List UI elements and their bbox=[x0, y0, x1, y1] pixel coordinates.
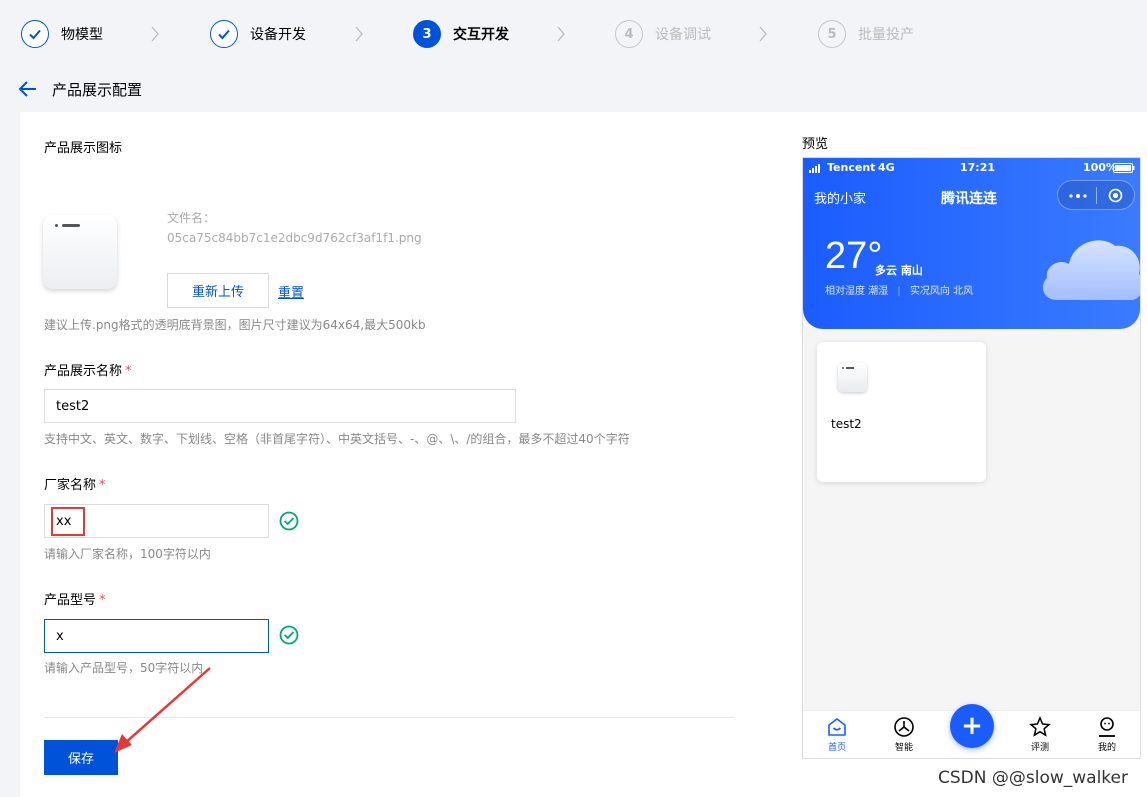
product-icon-preview bbox=[43, 215, 117, 289]
step-label: 设备开发 bbox=[250, 27, 306, 43]
step-label: 设备调试 bbox=[655, 27, 711, 43]
success-check-icon bbox=[279, 511, 299, 531]
highlight-box bbox=[51, 507, 85, 536]
back-arrow-icon[interactable] bbox=[18, 79, 38, 99]
step-number: 3 bbox=[413, 20, 441, 48]
required-mark: * bbox=[99, 478, 106, 493]
home-name[interactable]: 我的小家 bbox=[814, 188, 866, 207]
check-icon bbox=[210, 20, 238, 48]
step-number: 5 bbox=[818, 20, 846, 48]
add-device-fab[interactable]: + bbox=[950, 704, 994, 748]
phone-preview: Tencent 4G 17:21 100% 我的小家 腾讯连连 27° 多云 南… bbox=[802, 157, 1141, 759]
carrier: Tencent bbox=[827, 161, 876, 174]
watermark: CSDN @@slow_walker bbox=[938, 768, 1128, 788]
status-time: 17:21 bbox=[960, 161, 996, 174]
model-input[interactable]: x bbox=[44, 619, 269, 653]
tab-label: 我的 bbox=[1097, 743, 1116, 753]
preview-label: 预览 bbox=[802, 137, 829, 152]
tab-review[interactable]: 评测 bbox=[1020, 716, 1060, 753]
battery-text: 100% bbox=[1083, 161, 1117, 174]
more-dots-icon[interactable] bbox=[1069, 194, 1087, 198]
home-icon bbox=[828, 718, 846, 736]
model-label-text: 产品型号 bbox=[44, 593, 97, 608]
file-info: 文件名： 05ca75c84bb7c1e2dbc9d762cf3af1f1.pn… bbox=[167, 208, 422, 248]
reupload-button[interactable]: 重新上传 bbox=[167, 273, 269, 308]
smart-icon bbox=[894, 717, 914, 737]
file-name-label: 文件名： bbox=[167, 211, 216, 225]
step-number: 4 bbox=[615, 20, 643, 48]
manufacturer-label: 厂家名称 * bbox=[44, 474, 106, 493]
step-4[interactable]: 4 设备调试 bbox=[615, 19, 711, 49]
temperature: 27° bbox=[825, 235, 883, 277]
step-2[interactable]: 设备开发 bbox=[210, 19, 306, 49]
signal-icon bbox=[809, 164, 820, 173]
tab-home[interactable]: 首页 bbox=[817, 716, 857, 753]
device-icon bbox=[838, 363, 867, 392]
step-5[interactable]: 5 批量投产 bbox=[818, 19, 914, 49]
tab-profile[interactable]: 我的 bbox=[1087, 716, 1127, 753]
reset-link[interactable]: 重置 bbox=[278, 282, 304, 301]
step-1[interactable]: 物模型 bbox=[21, 19, 103, 49]
model-label: 产品型号 * bbox=[44, 589, 106, 608]
humidity-info: 相对湿度 潮湿 | 实况风向 北风 bbox=[825, 286, 974, 297]
tab-label: 智能 bbox=[894, 743, 913, 753]
step-3[interactable]: 3 交互开发 bbox=[413, 19, 509, 49]
tab-label: 首页 bbox=[827, 743, 846, 753]
star-icon bbox=[1029, 716, 1051, 737]
manufacturer-hint: 请输入厂家名称，100字符以内 bbox=[44, 547, 211, 561]
annotation-arrow-icon bbox=[114, 667, 211, 753]
product-name-hint: 支持中文、英文、数字、下划线、空格（非首尾字符）、中英文括号、-、@、\、/的组… bbox=[44, 432, 630, 446]
product-name-label-text: 产品展示名称 bbox=[44, 364, 123, 379]
required-mark: * bbox=[99, 593, 106, 608]
manufacturer-label-text: 厂家名称 bbox=[44, 478, 97, 493]
page-header: 产品展示配置 bbox=[18, 76, 142, 102]
step-label: 批量投产 bbox=[858, 27, 914, 43]
chevron-right-icon bbox=[355, 26, 363, 42]
step-label: 交互开发 bbox=[453, 27, 509, 43]
weather-condition: 多云 南山 bbox=[875, 264, 923, 277]
icon-section-label: 产品展示图标 bbox=[44, 141, 123, 156]
device-name: test2 bbox=[831, 417, 862, 431]
device-card[interactable]: test2 bbox=[817, 342, 986, 482]
chevron-right-icon bbox=[151, 26, 159, 42]
product-name-input[interactable]: test2 bbox=[44, 389, 516, 423]
chevron-right-icon bbox=[759, 26, 767, 42]
step-label: 物模型 bbox=[61, 27, 103, 43]
icon-upload-hint: 建议上传.png格式的透明底背景图，图片尺寸建议为64x64,最大500kb bbox=[44, 318, 426, 332]
tab-smart[interactable]: 智能 bbox=[884, 716, 924, 753]
humidity-text: 相对湿度 潮湿 bbox=[825, 286, 889, 297]
page-title: 产品展示配置 bbox=[52, 80, 143, 99]
cloud-icon bbox=[1042, 240, 1140, 300]
app-title: 腾讯连连 bbox=[941, 191, 997, 207]
file-name-value: 05ca75c84bb7c1e2dbc9d762cf3af1f1.png bbox=[167, 231, 422, 245]
success-check-icon bbox=[279, 625, 299, 645]
network: 4G bbox=[878, 161, 895, 174]
stepper: 物模型 设备开发 3 交互开发 4 设备调试 5 批量投产 bbox=[0, 0, 1147, 68]
wind-text: 实况风向 北风 bbox=[909, 286, 974, 297]
close-target-icon[interactable] bbox=[1108, 188, 1123, 203]
profile-icon bbox=[1099, 717, 1115, 737]
battery-icon bbox=[1113, 163, 1135, 173]
mini-program-capsule[interactable] bbox=[1057, 180, 1135, 210]
tab-label: 评测 bbox=[1030, 743, 1049, 753]
product-name-label: 产品展示名称 * bbox=[44, 360, 132, 379]
required-mark: * bbox=[125, 364, 132, 379]
chevron-right-icon bbox=[557, 26, 565, 42]
phone-header: Tencent 4G 17:21 100% 我的小家 腾讯连连 27° 多云 南… bbox=[803, 158, 1140, 329]
check-icon bbox=[21, 20, 49, 48]
